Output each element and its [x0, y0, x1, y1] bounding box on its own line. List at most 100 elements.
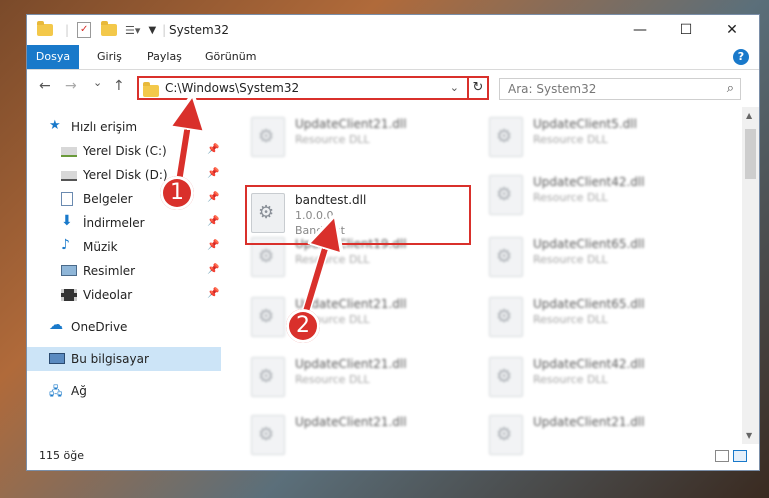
file-list: UpdateClient21.dll Resource DLL UpdateCl… [223, 107, 741, 455]
sidebar-item-disk-c[interactable]: Yerel Disk (C:) 📌 [27, 139, 221, 163]
file-name: UpdateClient42.dll [533, 357, 645, 371]
step-badge-1: 1 [160, 176, 194, 210]
file-name: UpdateClient21.dll [295, 297, 407, 311]
back-button[interactable]: ← [39, 78, 51, 94]
pictures-icon [61, 265, 77, 276]
sidebar-item-disk-d[interactable]: Yerel Disk (D:) 📌 [27, 163, 221, 187]
drive-icon [61, 147, 77, 157]
sidebar-item-label: Bu bilgisayar [71, 352, 149, 366]
file-name: UpdateClient21.dll [295, 117, 407, 131]
sidebar-item-label: Ağ [71, 384, 87, 398]
new-folder-icon[interactable] [101, 21, 118, 36]
file-name: UpdateClient5.dll [533, 117, 637, 131]
close-button[interactable]: ✕ [709, 15, 755, 45]
forward-button[interactable]: → [65, 78, 77, 94]
scroll-down-icon[interactable]: ▼ [746, 431, 752, 440]
toolbar-dropdown-icon[interactable]: ▼ [148, 25, 156, 36]
pin-icon[interactable]: 📌 [207, 144, 219, 155]
tab-view[interactable]: Görünüm [205, 45, 256, 69]
address-path: C:\Windows\System32 [165, 81, 300, 95]
dll-file-icon [251, 357, 285, 397]
file-item[interactable]: UpdateClient21.dll Resource DLL [243, 351, 473, 403]
tab-share[interactable]: Paylaş [147, 45, 182, 69]
dll-file-icon [489, 357, 523, 397]
file-description: Resource DLL [533, 373, 608, 386]
details-view-icon[interactable] [715, 450, 729, 462]
pin-icon[interactable]: 📌 [207, 216, 219, 227]
vertical-scrollbar[interactable]: ▲ ▼ [742, 107, 759, 444]
download-icon: ⬇ [61, 213, 73, 229]
sidebar-item-downloads[interactable]: ⬇ İndirmeler 📌 [27, 211, 221, 235]
view-toggle [715, 450, 747, 462]
dll-file-icon [489, 297, 523, 337]
file-description: Resource DLL [295, 253, 370, 266]
music-icon: ♪ [61, 237, 70, 253]
dll-file-icon [251, 297, 285, 337]
navigation-pane: ★ Hızlı erişim Yerel Disk (C:) 📌 Yerel D… [27, 107, 221, 442]
sidebar-item-label: Belgeler [83, 192, 133, 206]
divider: | [65, 23, 70, 37]
pin-icon[interactable]: 📌 [207, 240, 219, 251]
maximize-button[interactable]: ☐ [663, 15, 709, 45]
network-icon: 🖧 [49, 384, 63, 398]
file-description: Resource DLL [533, 133, 608, 146]
sidebar-item-videos[interactable]: Videolar 📌 [27, 283, 221, 307]
title-bar: | ✓ ☰▾ ▼ | System32 — ☐ ✕ [27, 15, 759, 45]
folder-icon[interactable] [37, 21, 53, 36]
cloud-icon: ☁ [49, 317, 63, 333]
file-item[interactable]: UpdateClient42.dll Resource DLL [481, 351, 711, 403]
sidebar-item-label: Resimler [83, 264, 136, 278]
up-button[interactable]: ↑ [113, 78, 125, 94]
file-description: Resource DLL [533, 191, 608, 204]
divider: | [162, 23, 167, 37]
sidebar-item-label: OneDrive [71, 320, 128, 334]
search-placeholder: Ara: System32 [508, 82, 597, 96]
refresh-button[interactable]: ↻ [467, 76, 489, 100]
sidebar-item-label: Videolar [83, 288, 133, 302]
sidebar-item-this-pc[interactable]: Bu bilgisayar [27, 347, 221, 371]
file-description: Resource DLL [533, 253, 608, 266]
file-item[interactable]: UpdateClient65.dll Resource DLL [481, 231, 711, 283]
documents-icon [61, 192, 73, 206]
help-icon[interactable]: ? [733, 49, 749, 65]
drive-icon [61, 171, 77, 181]
scrollbar-thumb[interactable] [745, 129, 756, 179]
file-item[interactable]: UpdateClient21.dll Resource DLL [243, 291, 473, 343]
search-icon[interactable]: ⌕ [727, 81, 734, 96]
recent-locations-button[interactable]: ⌄ [93, 76, 102, 89]
file-name: UpdateClient21.dll [295, 357, 407, 371]
pin-icon[interactable]: 📌 [207, 264, 219, 275]
sidebar-item-quick-access[interactable]: ★ Hızlı erişim [27, 115, 221, 139]
scroll-up-icon[interactable]: ▲ [746, 111, 752, 120]
chevron-down-icon[interactable]: ⌄ [450, 81, 459, 94]
properties-icon[interactable]: ✓ [77, 22, 92, 38]
file-item[interactable]: UpdateClient42.dll Resource DLL [481, 169, 711, 221]
tiles-view-icon[interactable] [733, 450, 747, 462]
file-item[interactable]: UpdateClient65.dll Resource DLL [481, 291, 711, 343]
file-item[interactable]: UpdateClient21.dll Resource DLL [243, 111, 473, 163]
dll-file-icon [251, 117, 285, 157]
sidebar-item-network[interactable]: 🖧 Ağ [27, 379, 221, 403]
pin-icon[interactable]: 📌 [207, 288, 219, 299]
sidebar-item-label: Hızlı erişim [71, 120, 138, 134]
sidebar-item-label: İndirmeler [83, 216, 145, 230]
minimize-button[interactable]: — [617, 15, 663, 45]
dll-file-icon [489, 117, 523, 157]
sidebar-item-music[interactable]: ♪ Müzik 📌 [27, 235, 221, 259]
folder-icon [143, 82, 159, 97]
dll-file-icon [489, 237, 523, 277]
sidebar-item-pictures[interactable]: Resimler 📌 [27, 259, 221, 283]
sidebar-item-onedrive[interactable]: ☁ OneDrive [27, 315, 221, 339]
search-box[interactable]: Ara: System32 ⌕ [499, 78, 741, 100]
dll-file-icon [489, 175, 523, 215]
tab-file[interactable]: Dosya [27, 45, 79, 69]
sidebar-item-label: Müzik [83, 240, 118, 254]
ribbon: Dosya Giriş Paylaş Görünüm ? [27, 45, 759, 70]
customize-icon[interactable]: ☰▾ [125, 24, 140, 37]
pin-icon[interactable]: 📌 [207, 168, 219, 179]
file-item[interactable]: UpdateClient5.dll Resource DLL [481, 111, 711, 163]
address-bar[interactable]: C:\Windows\System32 ⌄ [137, 76, 489, 100]
pin-icon[interactable]: 📌 [207, 192, 219, 203]
tab-home[interactable]: Giriş [97, 45, 122, 69]
file-name: UpdateClient65.dll [533, 237, 645, 251]
